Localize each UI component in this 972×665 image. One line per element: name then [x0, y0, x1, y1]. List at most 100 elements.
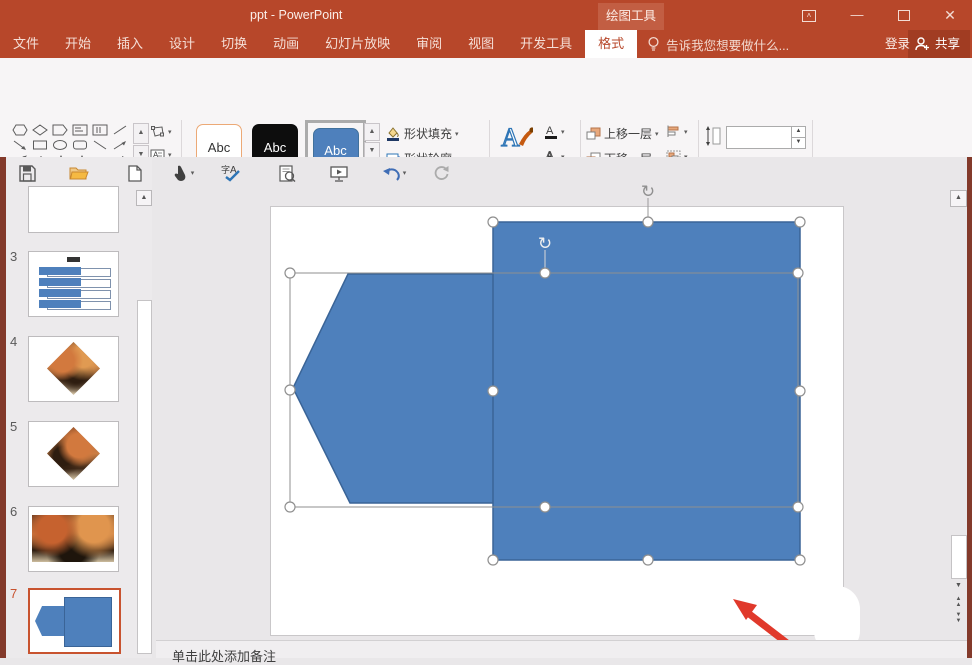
- bring-forward-icon: [586, 127, 601, 140]
- save-button[interactable]: [16, 162, 38, 184]
- bring-forward-button[interactable]: 上移一层▾: [586, 125, 659, 142]
- sign-in-button[interactable]: 登录: [885, 30, 910, 58]
- canvas-scroll-up-button[interactable]: ▲: [950, 190, 967, 207]
- maximize-button[interactable]: [887, 0, 921, 30]
- slide-6-number: 6: [10, 504, 26, 519]
- share-person-icon: [914, 36, 930, 52]
- shape-rounded-rect-icon[interactable]: [70, 137, 90, 152]
- slide-show-icon: [330, 165, 348, 182]
- undo-icon: [382, 166, 401, 181]
- shape-textbox-icon[interactable]: [70, 122, 90, 137]
- spell-check-button[interactable]: 字A: [220, 162, 242, 184]
- shape-hexagon-icon[interactable]: [10, 122, 30, 137]
- window-edge-right: [967, 157, 972, 658]
- redo-button[interactable]: [430, 162, 452, 184]
- spell-check-icon: 字A: [221, 164, 241, 182]
- panel-scroll-up-button[interactable]: ▲: [136, 190, 152, 206]
- canvas-scrollbar-thumb[interactable]: [951, 535, 967, 579]
- slide-3-thumbnail[interactable]: [28, 251, 119, 317]
- align-objects-button[interactable]: ▾: [666, 125, 688, 138]
- shape-line2-icon[interactable]: [90, 137, 110, 152]
- slide-7-number: 7: [10, 586, 26, 601]
- tab-insert[interactable]: 插入: [104, 30, 156, 58]
- text-fill-icon: A: [544, 124, 558, 139]
- minimize-button[interactable]: —: [840, 0, 874, 30]
- print-preview-button[interactable]: [276, 162, 298, 184]
- title-bar: ppt - PowerPoint 绘图工具 ˄ — ✕: [0, 0, 972, 30]
- tell-me-box[interactable]: 告诉我您想要做什么...: [637, 30, 799, 58]
- save-icon: [19, 165, 36, 182]
- shape-gallery-scroll-up[interactable]: ▲: [133, 123, 149, 144]
- edit-shape-icon: [150, 125, 165, 138]
- tab-home[interactable]: 开始: [52, 30, 104, 58]
- ribbon-tab-row: 文件 开始 插入 设计 切换 动画 幻灯片放映 审阅 视图 开发工具 格式 告诉…: [0, 30, 972, 58]
- slide-4-number: 4: [10, 334, 26, 349]
- shape-fill-button[interactable]: 形状填充▾: [385, 125, 459, 142]
- open-button[interactable]: [68, 162, 90, 184]
- touch-pointer-icon: [174, 165, 188, 182]
- notes-placeholder[interactable]: 单击此处添加备注: [172, 646, 276, 665]
- slide-canvas[interactable]: [270, 206, 844, 636]
- undo-button[interactable]: ▾: [378, 162, 410, 184]
- tab-format[interactable]: 格式: [585, 30, 637, 58]
- tab-design[interactable]: 设计: [156, 30, 208, 58]
- shape-height-field[interactable]: ▲▼: [726, 126, 806, 149]
- panel-scrollbar-thumb[interactable]: [137, 300, 152, 654]
- start-slideshow-button[interactable]: [328, 162, 350, 184]
- tab-developer[interactable]: 开发工具: [507, 30, 585, 58]
- contextual-tab-drawing-tools[interactable]: 绘图工具: [598, 3, 664, 30]
- svg-text:A: A: [546, 125, 554, 137]
- tell-me-label: 告诉我您想要做什么...: [666, 35, 789, 54]
- open-folder-icon: [69, 165, 89, 181]
- ribbon: ▲ ▼ ▼ ▾ A▾ ▾ 插入形状 Abc Abc Abc ▲ ▼ ▼ 形状填充…: [0, 58, 972, 158]
- new-document-button[interactable]: [124, 162, 146, 184]
- print-preview-icon: [279, 165, 296, 182]
- slide-3-number: 3: [10, 249, 26, 264]
- tab-view[interactable]: 视图: [455, 30, 507, 58]
- shape-diamond-icon[interactable]: [30, 122, 50, 137]
- shape-arrow-icon[interactable]: [10, 137, 30, 152]
- shape-styles-scroll-up[interactable]: ▲: [364, 123, 380, 141]
- tab-transitions[interactable]: 切换: [208, 30, 260, 58]
- close-icon: ✕: [944, 7, 956, 23]
- redo-icon: [433, 165, 449, 181]
- slide-5-thumbnail[interactable]: [28, 421, 119, 487]
- shape-height-spinner[interactable]: ▲▼: [791, 127, 805, 148]
- previous-slide-button[interactable]: ▲▲: [952, 596, 965, 610]
- touch-mode-button[interactable]: ▾: [168, 162, 200, 184]
- lightbulb-icon: [647, 36, 660, 52]
- maximize-icon: [898, 10, 910, 21]
- shape-rectangle-icon[interactable]: [30, 137, 50, 152]
- shape-vertical-textbox-icon[interactable]: [90, 122, 110, 137]
- svg-text:A: A: [501, 123, 520, 152]
- quick-styles-icon: A: [499, 122, 533, 152]
- svg-text:字: 字: [221, 164, 230, 175]
- slide-5-number: 5: [10, 419, 26, 434]
- canvas-scroll-down-button[interactable]: ▼: [952, 580, 965, 592]
- align-objects-icon: [666, 125, 681, 138]
- edit-shape-button[interactable]: ▾: [150, 125, 172, 138]
- shape-pentagon-arrow-icon[interactable]: [50, 122, 70, 137]
- text-fill-button[interactable]: A▾: [544, 124, 565, 139]
- slide-7-thumbnail-selected[interactable]: [28, 588, 121, 654]
- slide-4-thumbnail[interactable]: [28, 336, 119, 402]
- minimize-icon: —: [851, 7, 864, 22]
- slide-2-thumbnail[interactable]: [28, 186, 119, 233]
- new-document-icon: [128, 165, 142, 182]
- tab-review[interactable]: 审阅: [403, 30, 455, 58]
- shape-arrow2-icon[interactable]: [110, 137, 130, 152]
- share-button[interactable]: 共享: [908, 30, 970, 58]
- next-slide-button[interactable]: ▼▼: [952, 612, 965, 626]
- notes-pane[interactable]: [156, 641, 967, 658]
- shape-line-icon[interactable]: [110, 122, 130, 137]
- window-title: ppt - PowerPoint: [250, 0, 370, 30]
- tab-animations[interactable]: 动画: [260, 30, 312, 58]
- close-button[interactable]: ✕: [933, 0, 967, 30]
- shape-oval-icon[interactable]: [50, 137, 70, 152]
- tab-slideshow[interactable]: 幻灯片放映: [312, 30, 403, 58]
- ribbon-display-options-icon: ˄: [802, 10, 816, 22]
- shape-fill-icon: [385, 126, 401, 141]
- tab-file[interactable]: 文件: [0, 30, 52, 58]
- ribbon-display-options-button[interactable]: ˄: [792, 0, 826, 30]
- slide-6-thumbnail[interactable]: [28, 506, 119, 572]
